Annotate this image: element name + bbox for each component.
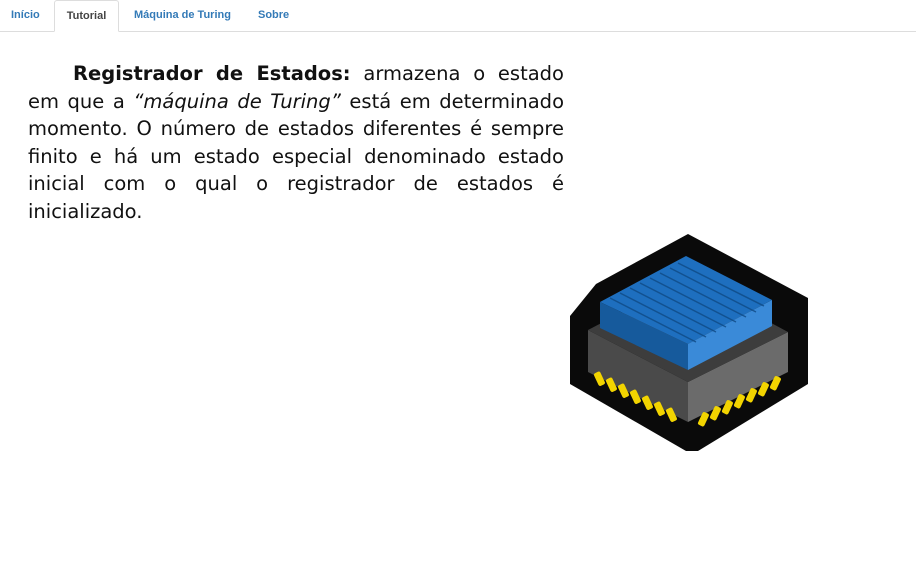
tab-maquina-de-turing[interactable]: Máquina de Turing <box>124 0 241 31</box>
processor-chip-icon <box>570 234 808 451</box>
top-navigation-tabs: Início Tutorial Máquina de Turing Sobre <box>0 0 916 32</box>
tab-tutorial[interactable]: Tutorial <box>54 0 119 32</box>
quoted-term: “máquina de Turing” <box>133 89 341 113</box>
tutorial-paragraph: Registrador de Estados: armazena o estad… <box>28 60 564 226</box>
tab-sobre[interactable]: Sobre <box>248 0 299 31</box>
tab-inicio[interactable]: Início <box>1 0 50 31</box>
term-heading: Registrador de Estados: <box>73 62 351 85</box>
